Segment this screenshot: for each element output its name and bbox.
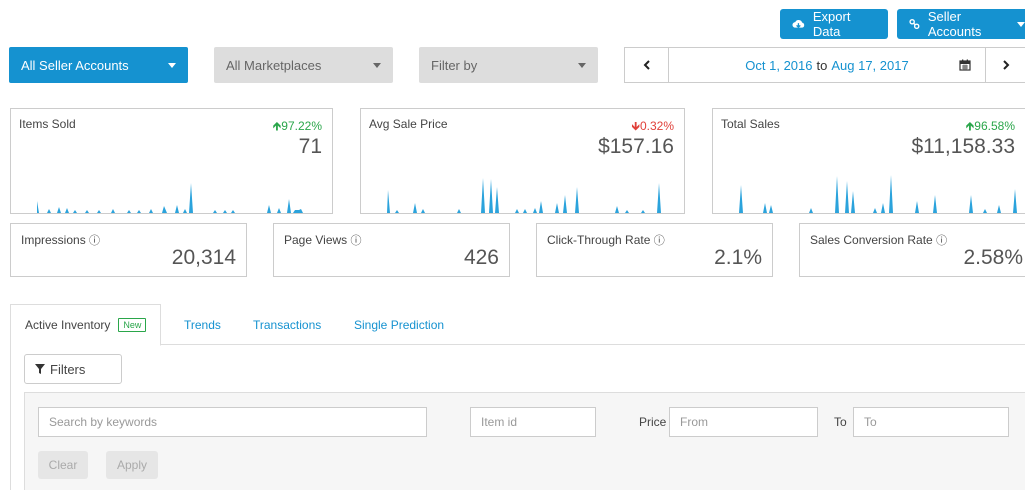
arrow-up-icon: 🡹: [272, 119, 282, 133]
info-icon[interactable]: ⓘ: [654, 235, 665, 247]
stat-value: 71: [298, 135, 322, 158]
previous-range-button[interactable]: [625, 48, 669, 82]
cloud-download-icon: [792, 19, 805, 29]
metric-label: Sales Conversion Rate ⓘ: [810, 233, 948, 247]
calendar-icon[interactable]: [959, 59, 971, 71]
total-sales-card: Total Sales 🡹96.58% $11,158.33: [712, 108, 1025, 214]
metric-label: Impressions ⓘ: [21, 233, 101, 247]
marketplace-select[interactable]: All Marketplaces: [214, 47, 393, 83]
metric-label: Page Views ⓘ: [284, 233, 362, 247]
stat-label: Items Sold: [19, 117, 76, 131]
tab-transactions[interactable]: Transactions: [253, 304, 321, 345]
metric-value: 2.58%: [963, 246, 1023, 269]
stat-value: $11,158.33: [911, 135, 1015, 158]
stat-label: Avg Sale Price: [369, 117, 448, 131]
price-label: Price: [639, 415, 667, 429]
chevron-right-icon: [1002, 60, 1009, 70]
new-badge: New: [118, 318, 147, 332]
arrow-up-icon: 🡹: [965, 119, 975, 133]
seller-account-select[interactable]: All Seller Accounts: [9, 47, 188, 83]
clear-button[interactable]: Clear: [38, 451, 88, 479]
metric-value: 2.1%: [714, 246, 762, 269]
metric-value: 20,314: [171, 246, 236, 269]
chevron-left-icon: [643, 60, 650, 70]
stat-value: $157.16: [598, 135, 674, 158]
sparkline-chart: [37, 183, 303, 213]
filter-icon: [35, 364, 45, 374]
filter-by-select[interactable]: Filter by: [419, 47, 598, 83]
chevron-down-icon: [373, 63, 381, 68]
tab-active-inventory[interactable]: Active Inventory New: [10, 304, 162, 346]
stat-label: Total Sales: [721, 117, 780, 131]
inventory-tabs: Active Inventory New Trends Transactions…: [10, 304, 1025, 346]
seller-account-value: All Seller Accounts: [21, 57, 129, 73]
tab-single-prediction[interactable]: Single Prediction: [354, 304, 444, 345]
avg-sale-price-card: Avg Sale Price 🡻0.32% $157.16: [360, 108, 685, 214]
date-range-picker[interactable]: Oct 1, 2016 to Aug 17, 2017: [624, 47, 1025, 83]
chevron-down-icon: [578, 63, 586, 68]
export-data-button[interactable]: Export Data: [780, 9, 888, 39]
date-to-label: to: [816, 57, 828, 73]
search-keywords-input[interactable]: Search by keywords: [38, 407, 427, 437]
sparkline-chart: [739, 175, 1019, 213]
export-data-label: Export Data: [812, 9, 851, 39]
tab-trends[interactable]: Trends: [184, 304, 221, 345]
metric-label: Click-Through Rate ⓘ: [547, 233, 665, 247]
filters-button[interactable]: Filters: [24, 354, 122, 384]
marketplace-value: All Marketplaces: [226, 57, 322, 73]
link-icon: [909, 18, 920, 30]
item-id-input[interactable]: Item id: [470, 407, 596, 437]
items-sold-card: Items Sold 🡹97.22% 71: [10, 108, 333, 214]
price-to-input[interactable]: To: [853, 407, 1009, 437]
date-start: Oct 1, 2016: [745, 57, 813, 73]
info-icon[interactable]: ⓘ: [89, 235, 100, 247]
sparkline-chart: [387, 178, 661, 213]
impressions-card: Impressions ⓘ 20,314: [10, 223, 247, 277]
chevron-down-icon: [1017, 21, 1025, 27]
price-to-label: To: [834, 415, 847, 429]
filter-by-value: Filter by: [431, 57, 478, 73]
chevron-down-icon: [168, 63, 176, 68]
apply-button[interactable]: Apply: [106, 451, 158, 479]
seller-accounts-label: Seller Accounts: [927, 9, 982, 39]
metric-value: 426: [463, 246, 499, 269]
sales-conversion-rate-card: Sales Conversion Rate ⓘ 2.58%: [799, 223, 1025, 277]
arrow-down-icon: 🡻: [631, 119, 640, 133]
date-end: Aug 17, 2017: [831, 57, 909, 73]
info-icon[interactable]: ⓘ: [351, 235, 362, 247]
info-icon[interactable]: ⓘ: [936, 235, 947, 247]
price-from-input[interactable]: From: [669, 407, 818, 437]
next-range-button[interactable]: [985, 48, 1025, 82]
date-range-display[interactable]: Oct 1, 2016 to Aug 17, 2017: [669, 48, 985, 82]
click-through-rate-card: Click-Through Rate ⓘ 2.1%: [536, 223, 773, 277]
seller-accounts-button[interactable]: Seller Accounts: [897, 9, 1025, 39]
page-views-card: Page Views ⓘ 426: [273, 223, 510, 277]
